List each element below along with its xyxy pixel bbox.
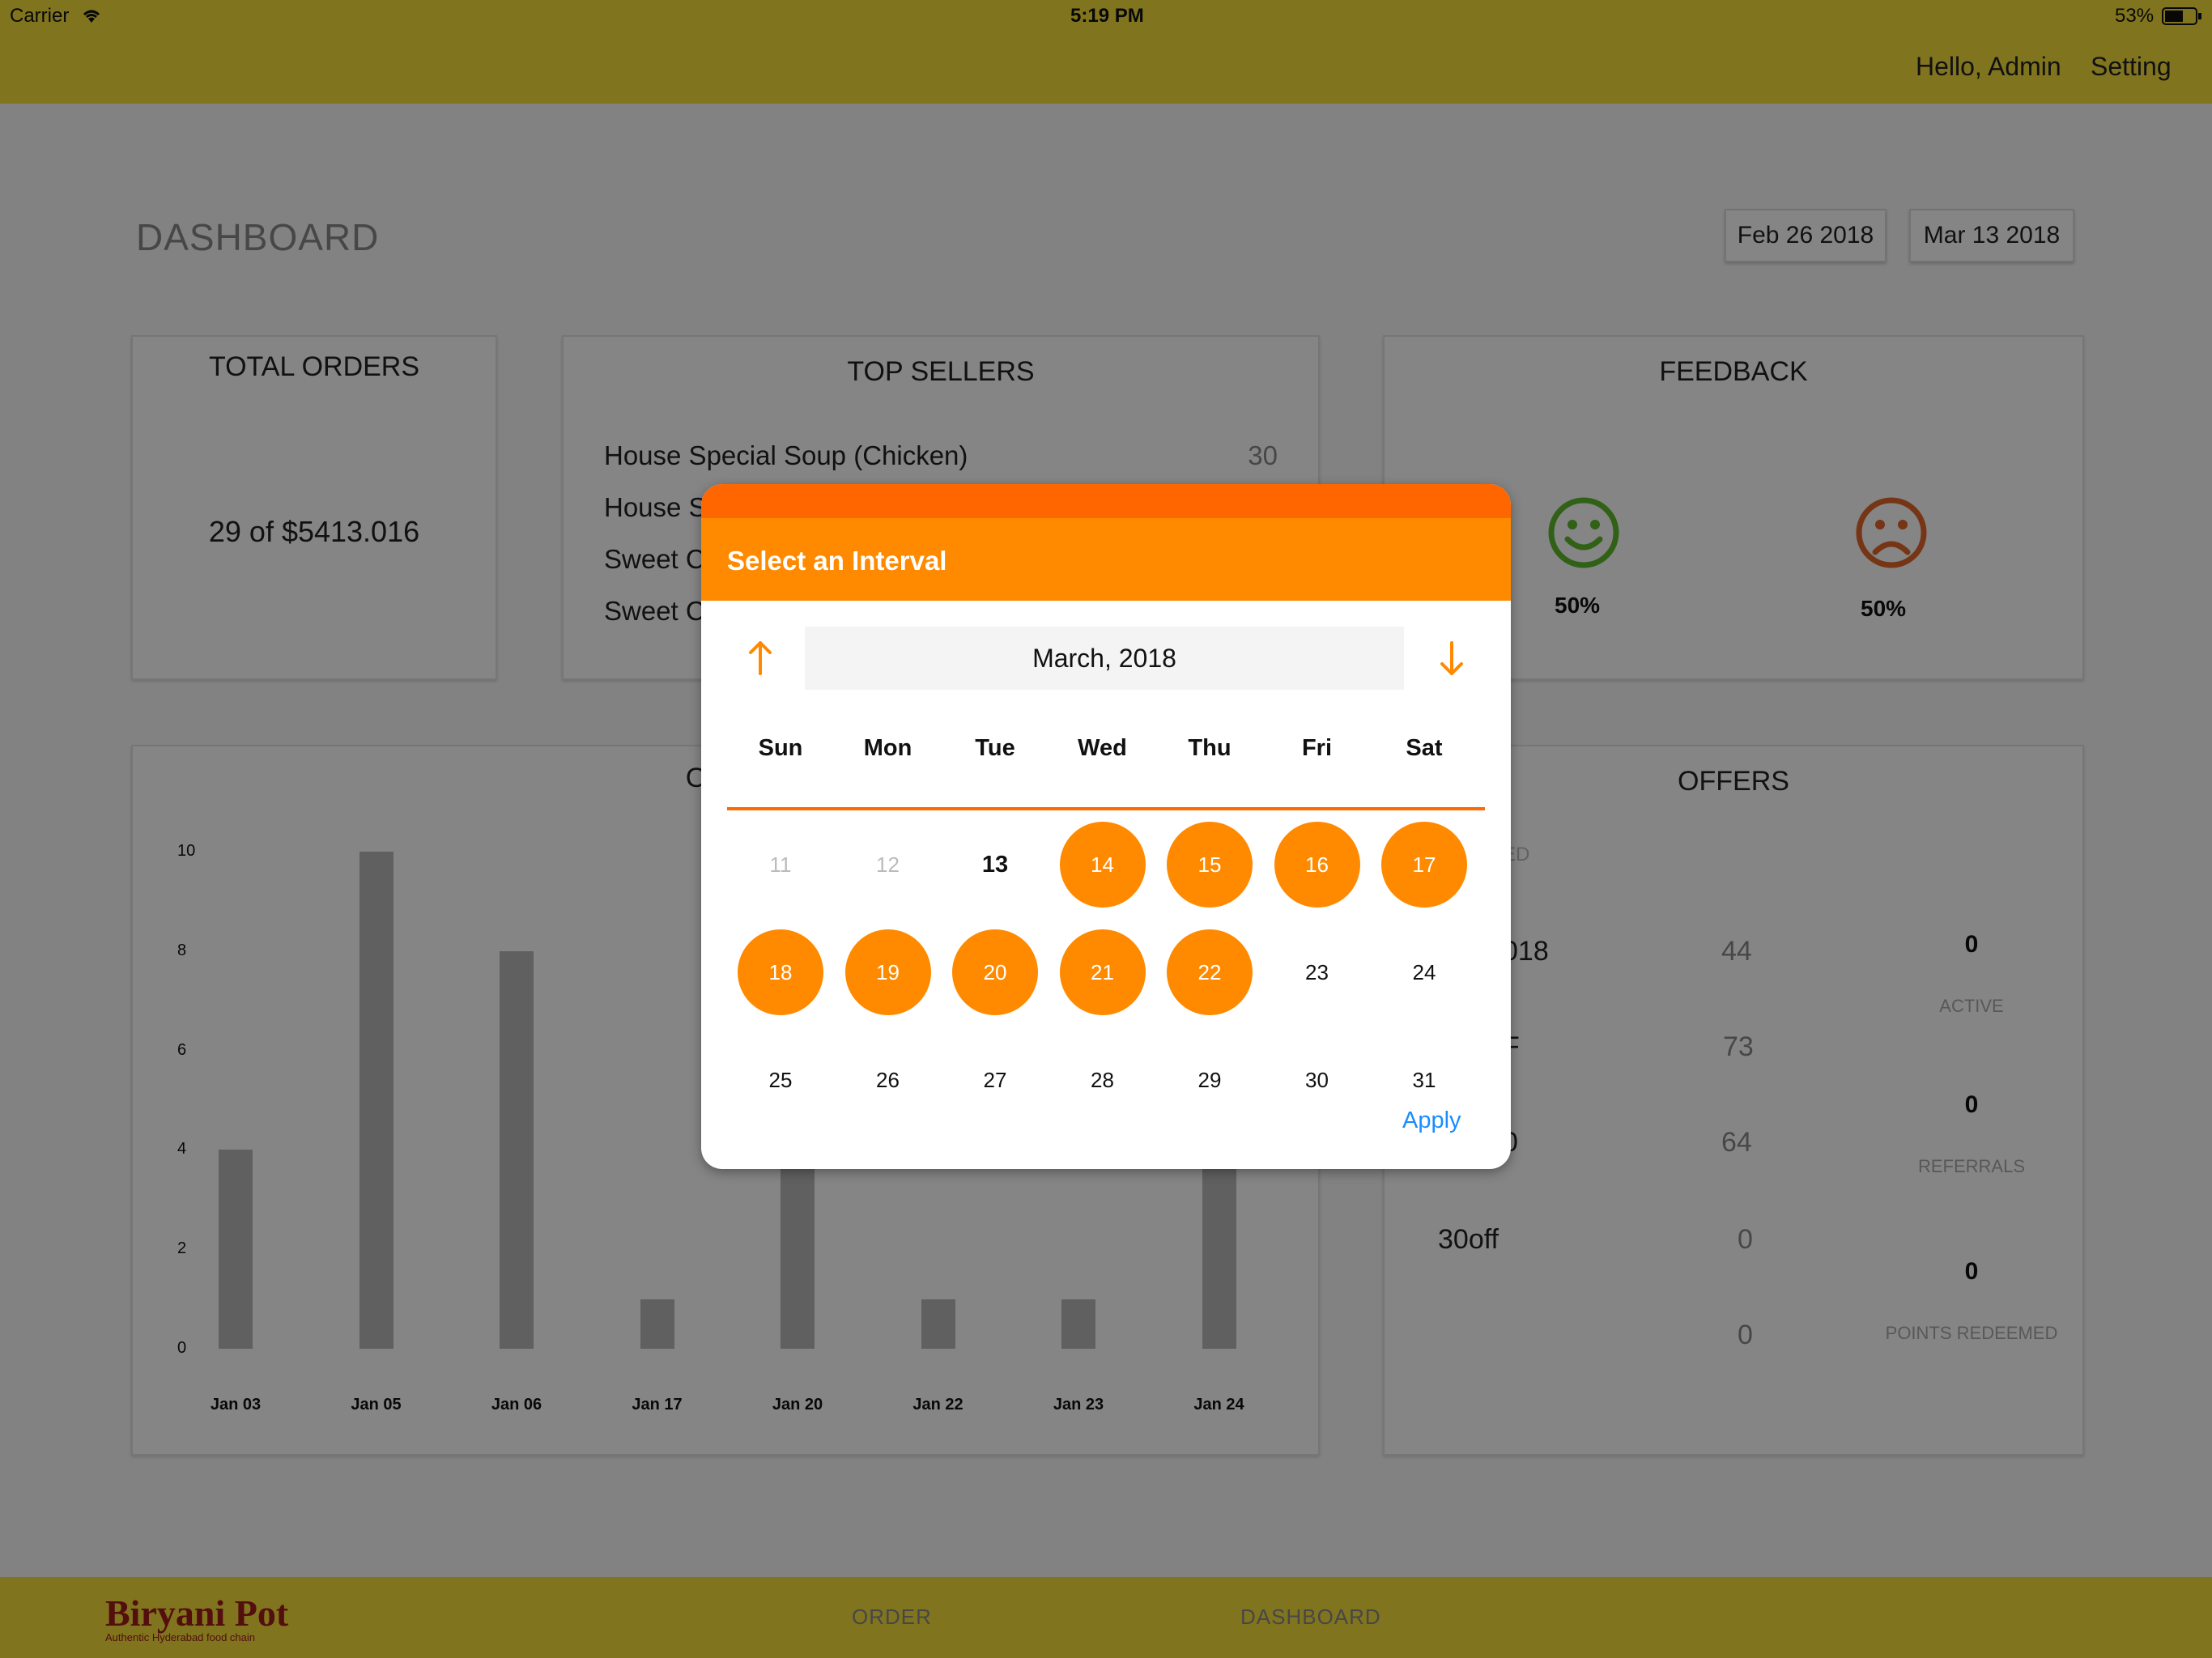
weekday-divider bbox=[727, 807, 1485, 810]
arrow-down-icon[interactable] bbox=[1423, 630, 1480, 687]
calendar-day[interactable]: 25 bbox=[738, 1037, 823, 1123]
modal-header-strip bbox=[701, 484, 1511, 518]
calendar-day[interactable]: 19 bbox=[844, 929, 931, 1015]
calendar-day[interactable]: 23 bbox=[1274, 929, 1360, 1015]
calendar-day[interactable]: 24 bbox=[1381, 929, 1467, 1015]
weekday-label: Tue bbox=[975, 735, 1015, 761]
calendar-day[interactable]: 13 bbox=[952, 822, 1038, 908]
calendar-day[interactable]: 15 bbox=[1167, 822, 1253, 908]
modal-header: Select an Interval bbox=[701, 518, 1511, 601]
weekday-label: Sat bbox=[1406, 735, 1443, 761]
calendar-day[interactable]: 30 bbox=[1274, 1037, 1360, 1123]
calendar-day: 11 bbox=[769, 852, 792, 877]
calendar-day[interactable]: 17 bbox=[1381, 822, 1467, 908]
month-label: March, 2018 bbox=[805, 627, 1404, 690]
calendar-day[interactable]: 20 bbox=[952, 929, 1038, 1015]
arrow-up-icon[interactable] bbox=[732, 630, 789, 687]
calendar-day[interactable]: 29 bbox=[1167, 1037, 1253, 1123]
weekday-label: Fri bbox=[1301, 735, 1333, 761]
calendar-day[interactable]: 18 bbox=[738, 929, 823, 1015]
calendar-day[interactable]: 27 bbox=[952, 1037, 1038, 1123]
weekday-label: Sun bbox=[758, 735, 803, 761]
apply-button[interactable]: Apply bbox=[1402, 1107, 1461, 1134]
calendar-day: 12 bbox=[876, 852, 900, 877]
modal-title: Select an Interval bbox=[727, 546, 947, 576]
calendar-day[interactable]: 21 bbox=[1059, 929, 1146, 1015]
calendar-day[interactable]: 28 bbox=[1060, 1037, 1146, 1123]
calendar-day[interactable]: 16 bbox=[1274, 822, 1360, 908]
date-interval-picker: Select an Interval March, 2018 Sun Mon Tue… bbox=[701, 484, 1511, 1169]
weekday-label: Wed bbox=[1078, 735, 1127, 761]
calendar-day[interactable]: 22 bbox=[1167, 929, 1253, 1015]
calendar-day[interactable]: 26 bbox=[845, 1037, 931, 1123]
calendar-day[interactable]: 14 bbox=[1059, 822, 1146, 908]
weekday-label: Mon bbox=[863, 735, 912, 761]
weekday-label: Thu bbox=[1188, 735, 1231, 761]
